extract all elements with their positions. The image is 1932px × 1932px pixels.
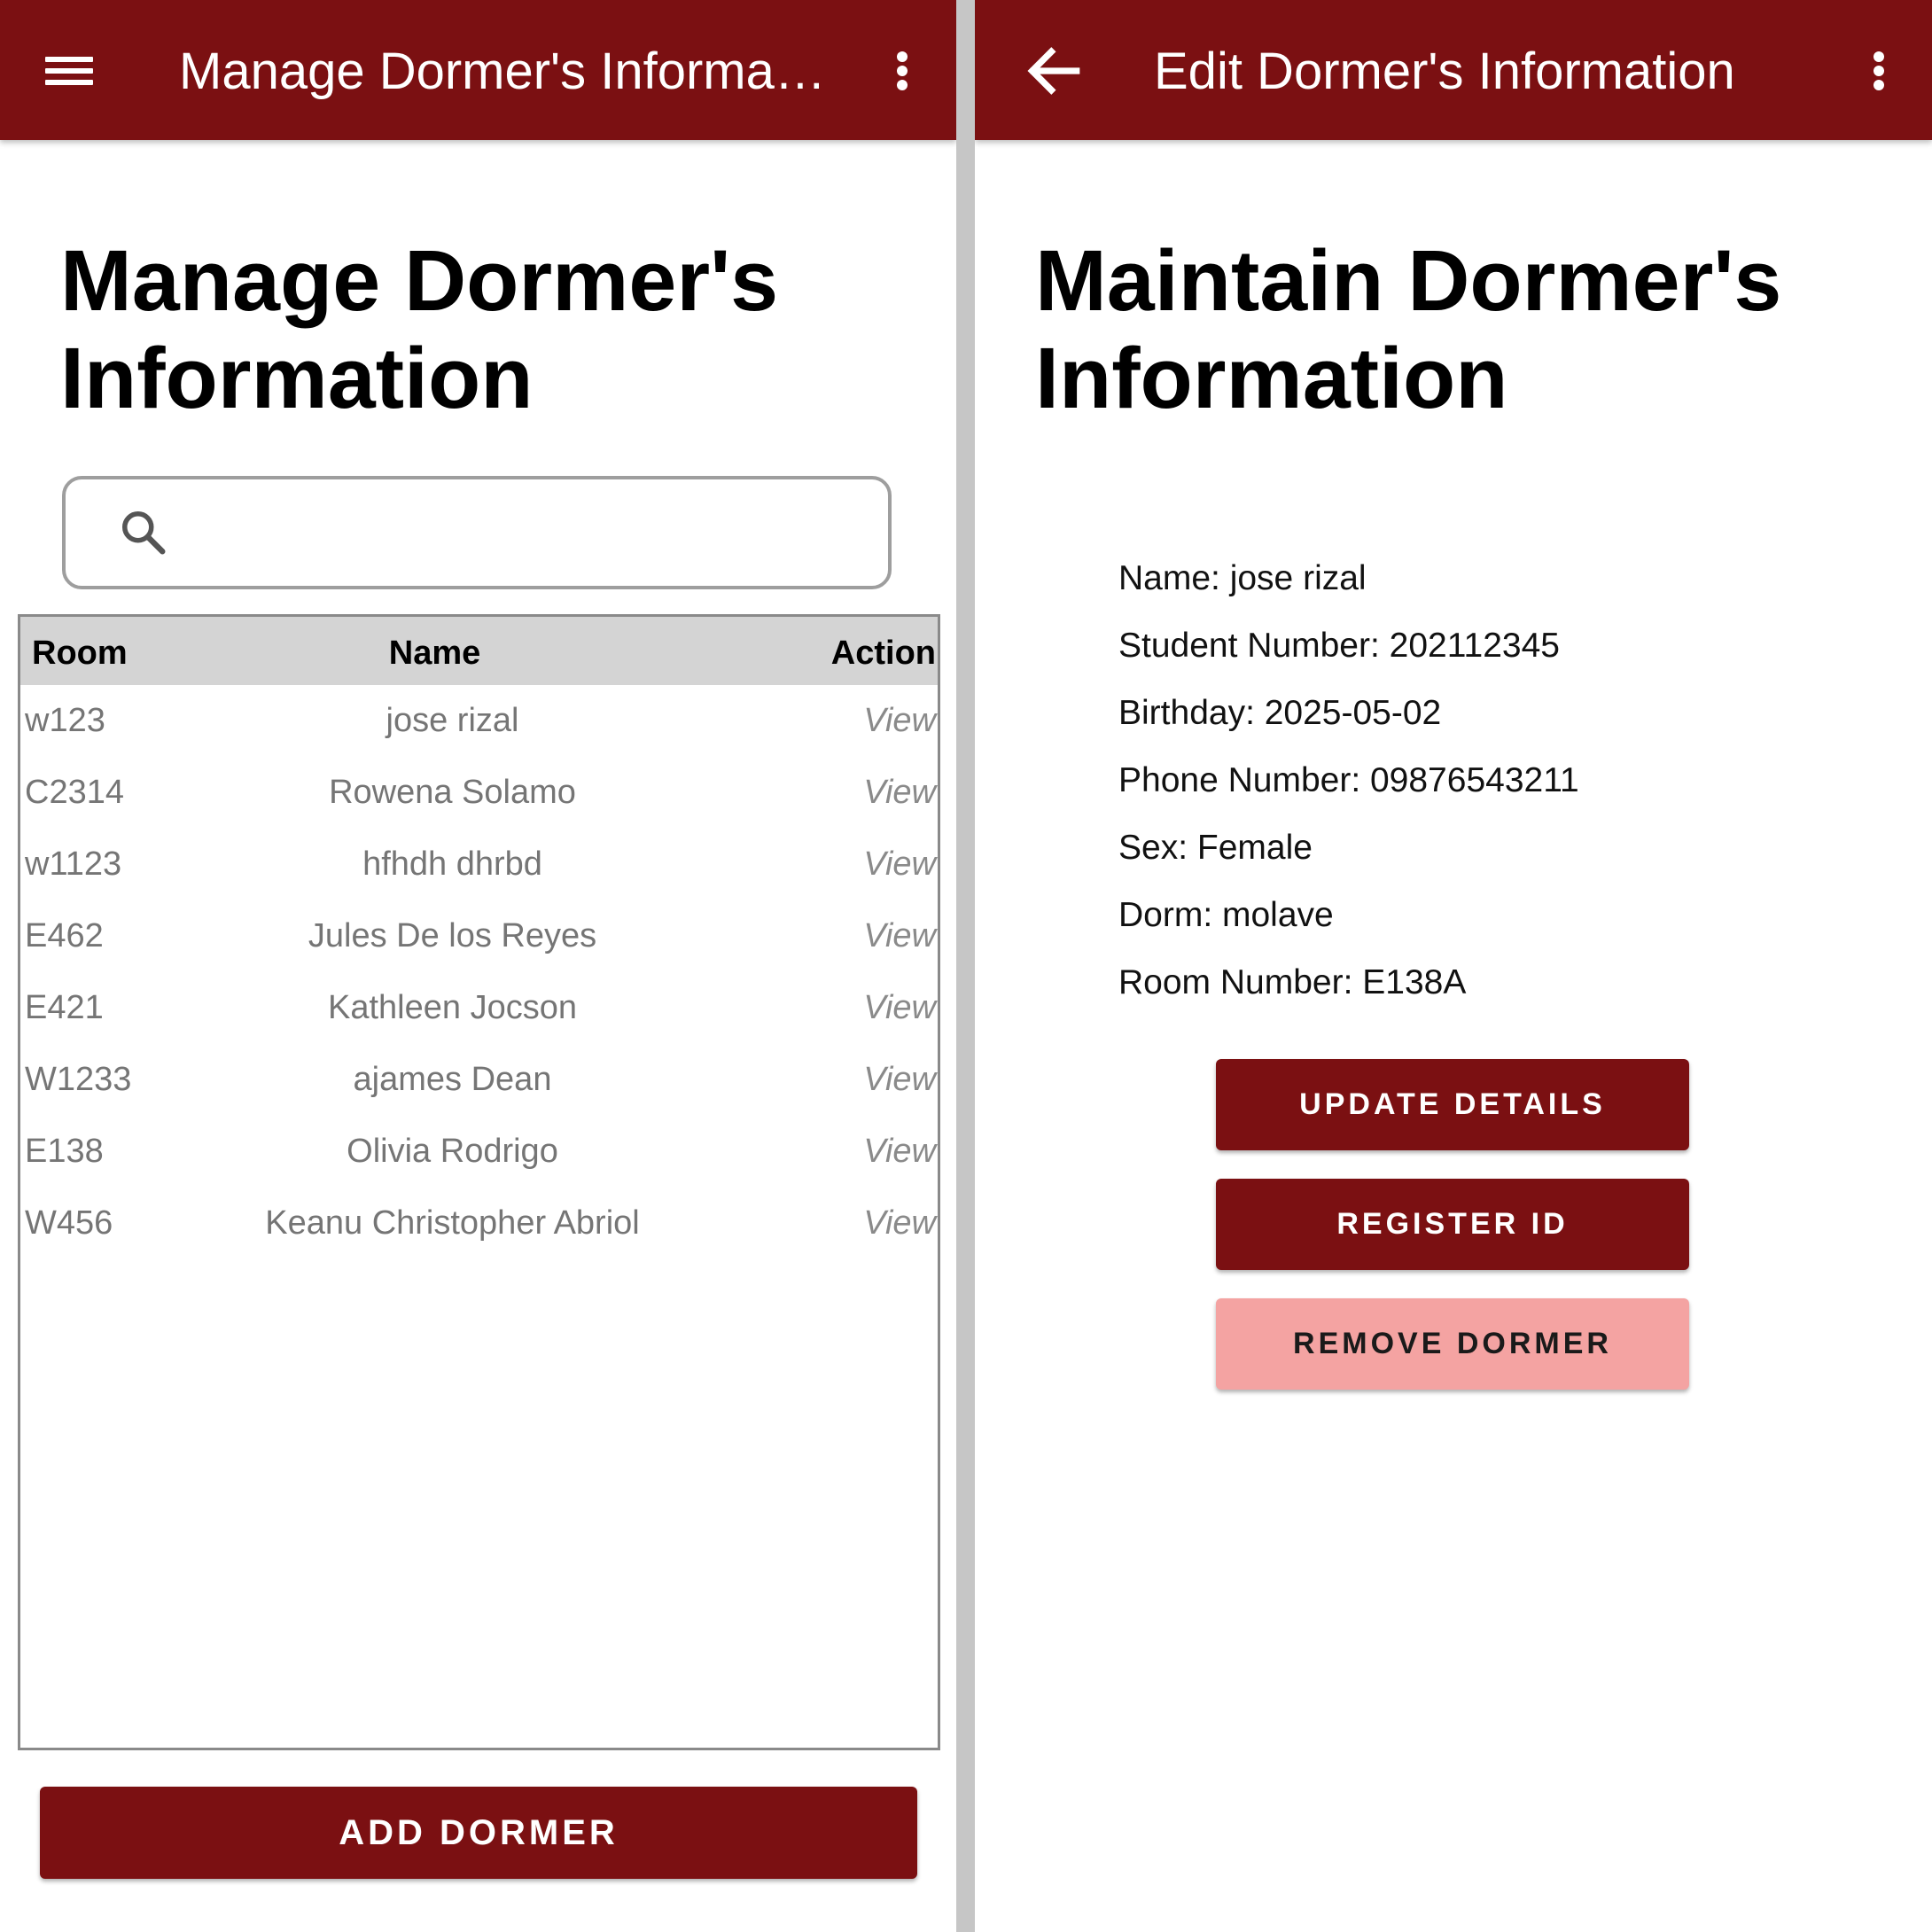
table-row: w123 jose rizal View — [20, 685, 938, 757]
view-link[interactable]: View — [863, 916, 936, 955]
menu-icon[interactable] — [34, 35, 105, 106]
table-row: E421 Kathleen Jocson View — [20, 972, 938, 1044]
view-link[interactable]: View — [863, 773, 936, 812]
app-bar-title: Edit Dormer's Information — [1154, 43, 1735, 100]
register-id-button[interactable]: REGISTER ID — [1216, 1179, 1689, 1270]
manage-dormers-screen: Manage Dormer's Informat... Manage Dorme… — [0, 0, 956, 1932]
view-link[interactable]: View — [863, 1132, 936, 1171]
detail-phone-number: Phone Number: 09876543211 — [1118, 761, 1579, 799]
detail-name: Name: jose rizal — [1118, 559, 1367, 597]
name-cell: Keanu Christopher Abriol — [265, 1204, 640, 1242]
name-cell: ajames Dean — [353, 1061, 552, 1098]
detail-dorm: Dorm: molave — [1118, 896, 1334, 934]
table-row: W1233 ajames Dean View — [20, 1044, 938, 1116]
view-link[interactable]: View — [863, 845, 936, 884]
more-options-icon[interactable] — [865, 35, 936, 106]
remove-dormer-button[interactable]: REMOVE DORMER — [1216, 1298, 1689, 1390]
app-bar-title: Manage Dormer's Informat... — [179, 43, 826, 100]
name-cell: jose rizal — [386, 702, 519, 739]
top-app-bar: Edit Dormer's Information — [975, 0, 1932, 140]
detail-student-number: Student Number: 202112345 — [1118, 627, 1560, 665]
detail-sex: Sex: Female — [1118, 829, 1313, 867]
name-cell: Rowena Solamo — [329, 774, 576, 811]
page-title: Maintain Dormer's Information — [1035, 232, 1782, 426]
table-row: C2314 Rowena Solamo View — [20, 757, 938, 829]
column-header-name: Name — [388, 635, 481, 672]
name-cell: Olivia Rodrigo — [347, 1133, 558, 1170]
view-link[interactable]: View — [863, 988, 936, 1027]
table-row: E462 Jules De los Reyes View — [20, 900, 938, 972]
arrow-back-icon[interactable] — [1017, 35, 1088, 106]
view-link[interactable]: View — [863, 1060, 936, 1099]
table-row: E138 Olivia Rodrigo View — [20, 1116, 938, 1188]
table-row: W456 Keanu Christopher Abriol View — [20, 1188, 938, 1259]
name-cell: Kathleen Jocson — [328, 989, 577, 1026]
view-link[interactable]: View — [863, 701, 936, 740]
page-title: Manage Dormer's Information — [60, 232, 779, 426]
view-link[interactable]: View — [863, 1204, 936, 1243]
more-options-icon[interactable] — [1842, 35, 1913, 106]
detail-birthday: Birthday: 2025-05-02 — [1118, 694, 1442, 732]
search-icon — [122, 511, 166, 555]
add-dormer-button[interactable]: ADD DORMER — [40, 1787, 917, 1879]
update-details-button[interactable]: UPDATE DETAILS — [1216, 1059, 1689, 1150]
edit-dormer-screen: Edit Dormer's Information Maintain Dorme… — [975, 0, 1932, 1932]
column-header-action: Action — [830, 635, 936, 672]
search-input[interactable] — [62, 476, 892, 589]
name-cell: Jules De los Reyes — [308, 917, 597, 954]
table-row: w1123 hfhdh dhrbd View — [20, 829, 938, 900]
name-cell: hfhdh dhrbd — [362, 845, 542, 883]
top-app-bar: Manage Dormer's Informat... — [0, 0, 956, 140]
screen-divider — [956, 0, 975, 1932]
table-header-row: Room Name Action — [20, 617, 938, 685]
detail-room-number: Room Number: E138A — [1118, 963, 1467, 1001]
dormers-table: Room Name Action w123 jose rizal View C2… — [18, 614, 940, 1750]
